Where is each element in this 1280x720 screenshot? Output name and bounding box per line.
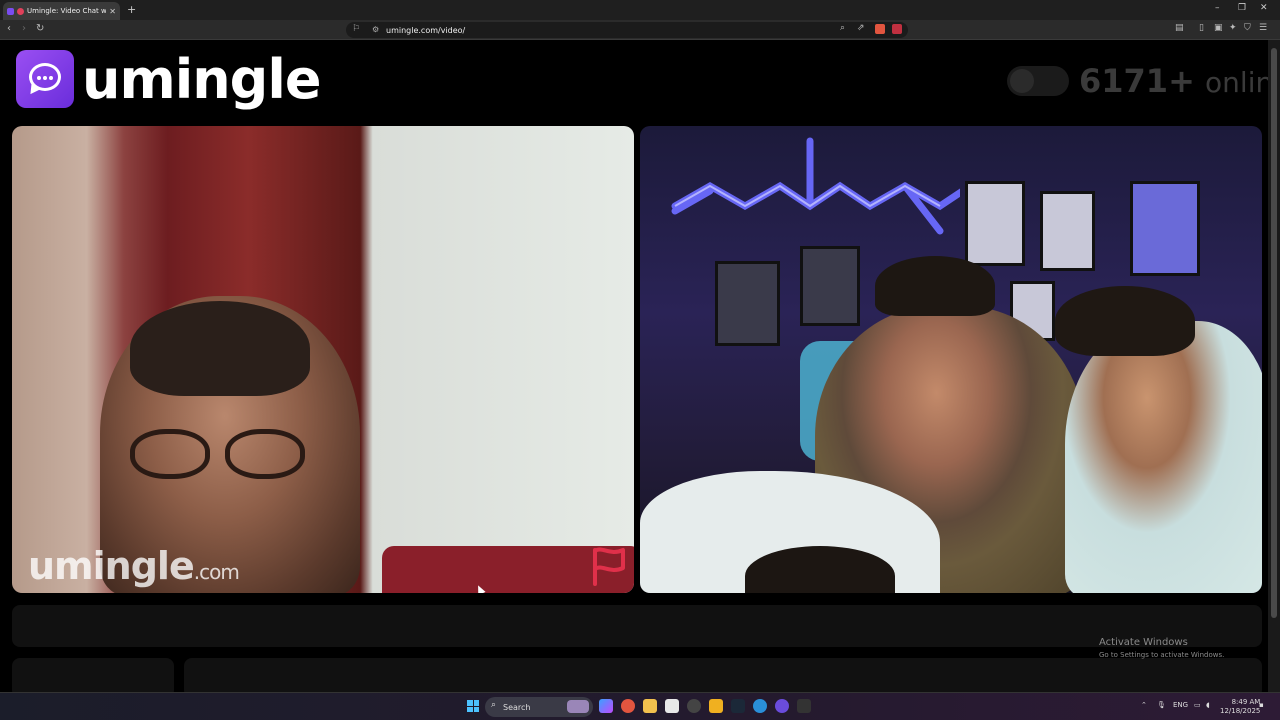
scrollbar-thumb[interactable] xyxy=(1271,48,1277,618)
steam-icon[interactable] xyxy=(731,699,745,713)
browser-toolbar: ‹ › ↻ ⚐ ⚙ umingle.com/video/ ⌕ ⇗ ▤ ▯ ▣ ✦… xyxy=(0,20,1280,40)
microphone-icon[interactable]: 🎙 xyxy=(1157,701,1166,709)
close-window-icon[interactable]: ✕ xyxy=(1260,3,1268,13)
search-placeholder: Search xyxy=(503,702,531,712)
site-info-icon[interactable]: ⚙ xyxy=(372,25,379,34)
activate-subtitle: Go to Settings to activate Windows. xyxy=(1099,651,1225,659)
activate-windows-notice: Activate Windows Go to Settings to activ… xyxy=(1099,637,1224,659)
minimize-icon[interactable]: – xyxy=(1215,3,1220,13)
umingle-watermark: umingle.com xyxy=(28,544,240,588)
page-content: umingle 6171+ online umingle.com xyxy=(0,40,1280,698)
watermark-tld: .com xyxy=(193,560,240,584)
search-icon: ⌕ xyxy=(491,700,497,710)
address-bar[interactable]: ⚐ ⚙ umingle.com/video/ xyxy=(346,22,908,38)
clock-time: 8:49 AM xyxy=(1231,698,1261,706)
taskbar-search[interactable]: ⌕ Search xyxy=(485,697,593,717)
local-video: umingle.com xyxy=(12,126,634,593)
online-counter: 6171+ online xyxy=(1079,62,1280,100)
remote-video xyxy=(640,126,1262,593)
brave-shield-icon[interactable] xyxy=(875,24,885,34)
extensions-icon[interactable]: ✦ xyxy=(1229,23,1237,33)
taskbar-clock[interactable]: 8:49 AM 12/18/2025 xyxy=(1220,698,1260,716)
watermark-name: umingle xyxy=(28,544,195,588)
tab-title: Umingle: Video Chat with Str xyxy=(27,7,107,15)
page-scrollbar[interactable] xyxy=(1268,40,1280,692)
notifications-icon[interactable]: ▪ xyxy=(1259,701,1264,709)
neon-light-decor xyxy=(671,137,960,235)
clock-date: 12/18/2025 xyxy=(1220,707,1261,715)
activate-title: Activate Windows xyxy=(1099,637,1188,648)
rockstar-icon[interactable] xyxy=(709,699,723,713)
file-explorer-icon[interactable] xyxy=(643,699,657,713)
store-icon[interactable] xyxy=(665,699,679,713)
close-tab-icon[interactable]: ✕ xyxy=(109,7,116,16)
brand-name[interactable]: umingle xyxy=(82,48,321,111)
umingle-logo-icon[interactable] xyxy=(16,50,74,108)
share-icon[interactable]: ⇗ xyxy=(857,23,865,33)
network-icon[interactable]: ▭ xyxy=(1194,701,1201,709)
bookmark-icon[interactable]: ⚐ xyxy=(352,24,360,34)
messenger-icon[interactable] xyxy=(775,699,789,713)
terminal-icon[interactable] xyxy=(797,699,811,713)
reader-icon[interactable]: ▯ xyxy=(1199,23,1204,33)
online-plus: + xyxy=(1168,62,1195,100)
start-icon[interactable] xyxy=(467,700,479,712)
zoom-icon[interactable]: ⌕ xyxy=(840,23,845,33)
reload-icon[interactable]: ↻ xyxy=(36,23,44,34)
remote-person-right xyxy=(1065,321,1262,593)
forward-icon[interactable]: › xyxy=(22,23,26,34)
url-text: umingle.com/video/ xyxy=(386,25,466,35)
theme-toggle[interactable] xyxy=(1007,66,1069,96)
menu-icon[interactable]: ☰ xyxy=(1259,23,1267,33)
active-tab[interactable]: Umingle: Video Chat with Str ✕ xyxy=(3,2,120,20)
wallet-icon[interactable]: ▣ xyxy=(1214,23,1223,33)
volume-icon[interactable]: ◖ xyxy=(1206,701,1210,709)
recording-indicator-icon xyxy=(17,7,24,15)
edge-icon[interactable] xyxy=(753,699,767,713)
rewards-icon[interactable] xyxy=(892,24,902,34)
new-tab-icon[interactable]: + xyxy=(127,3,136,16)
tray-overflow-icon[interactable]: ⌃ xyxy=(1141,701,1147,709)
chat-log-area xyxy=(12,605,1262,647)
sidebar-icon[interactable]: ▤ xyxy=(1175,23,1184,33)
chatgpt-icon[interactable] xyxy=(687,699,701,713)
browser-tab-bar: Umingle: Video Chat with Str ✕ + – ❐ ✕ xyxy=(0,0,1280,20)
windows-taskbar: ⌕ Search ⌃ 🎙 ENG ▭ ◖ 8:49 AM 12/18/2025 … xyxy=(0,692,1280,720)
language-indicator[interactable]: ENG xyxy=(1173,701,1188,709)
copilot-icon[interactable] xyxy=(599,699,613,713)
restore-icon[interactable]: ❐ xyxy=(1238,3,1246,13)
tab-favicon-icon xyxy=(7,7,14,15)
brave-icon[interactable] xyxy=(621,699,635,713)
search-highlight-icon xyxy=(567,700,589,713)
back-icon[interactable]: ‹ xyxy=(7,23,11,34)
vpn-icon[interactable]: ⛉ xyxy=(1244,23,1251,33)
toggle-knob xyxy=(1010,69,1034,93)
online-count: 6171 xyxy=(1079,62,1169,100)
report-flag-icon[interactable] xyxy=(590,546,628,586)
